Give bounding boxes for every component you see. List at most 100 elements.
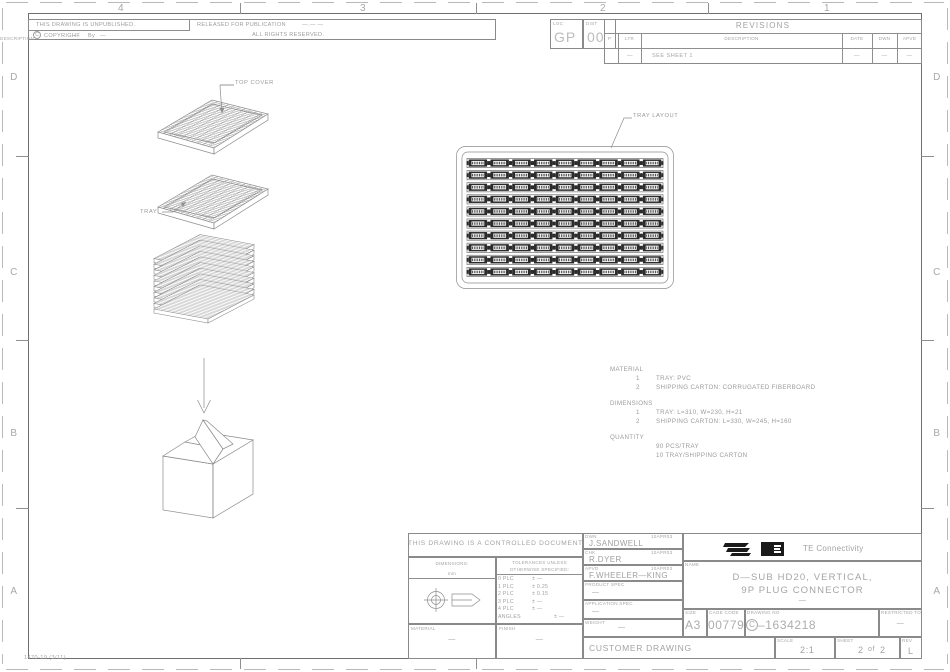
tick-mark-bottom [856,669,878,670]
zone-divider [16,340,29,341]
tick-mark-right [947,654,948,664]
zone-number-2: 2 [599,3,607,14]
tolerance-value: ± — [532,576,543,582]
tick-mark-bottom [720,669,742,670]
tick-mark-left [2,144,3,166]
tick-mark-bottom [414,669,436,670]
zone-divider [240,658,241,669]
tick-mark-bottom [618,669,640,670]
copyright-value: — [74,32,80,39]
notes-material-text-2: SHIPPING CARTON: CORRUGATED FIBERBOARD [656,384,816,391]
tick-mark-left [2,484,3,506]
cage-code-value: 00779 [708,618,745,632]
tolerance-row: 1 PLC ± 0.25 [498,584,583,592]
tick-mark-left [2,654,3,664]
zone-number-4: 4 [117,3,125,14]
tick-mark-bottom [448,669,470,670]
dwn-date: 10APR03 [651,534,673,539]
tick-mark-top [380,2,402,3]
notes-dimensions-num-1: 1 [636,409,640,416]
tick-mark-bottom [550,669,572,670]
tick-mark-right [947,450,948,472]
weight-value: — [618,624,626,631]
size-value: A3 [685,618,701,632]
tray-layout-leader [610,117,632,149]
tick-mark-right [947,178,948,200]
tick-mark-right [947,586,948,608]
tick-mark-top [176,2,198,3]
te-logo-icon [723,542,784,556]
form-code: 1470-19 (3/11) [24,655,66,661]
tick-mark-bottom [142,669,164,670]
revisions-col-ltr: LTR [625,36,635,41]
tray-label: TRAY [140,209,158,215]
customer-drawing-text: CUSTOMER DRAWING [589,643,692,653]
restricted-to-label: RESTRICTED TO [881,610,922,615]
drawing-no-value: –1634218 [758,618,817,632]
tick-mark-bottom [380,669,402,670]
tick-mark-bottom [74,669,96,670]
notes-material-heading: MATERIAL [610,366,644,373]
revisions-row-date: — [853,53,861,59]
tick-mark-top [924,2,944,3]
name-line-1: D—SUB HD20, VERTICAL, [732,572,873,583]
scale-label: SCALE [777,638,794,643]
tick-mark-bottom [890,669,912,670]
tick-mark-bottom [346,669,368,670]
zone-letter-c-right: C [933,267,941,278]
drawing-no-prefix: C [749,620,755,629]
loc-value: GP [554,29,577,45]
tolerance-row: 2 PLC ± 0.15 [498,591,583,599]
tolerance-row: 3 PLC ± — [498,599,583,607]
tick-mark-top [312,2,334,3]
tick-mark-bottom [584,669,606,670]
tolerance-row: 4 PLC ± — [498,606,583,614]
tick-mark-left [2,518,3,540]
copyright-icon: C [33,31,41,39]
tick-mark-top [890,2,912,3]
zone-divider [476,658,477,669]
tick-mark-right [947,552,948,574]
sheet-label: SHEET [837,638,854,643]
tick-mark-top [278,2,300,3]
tolerances-label-line1: TOLERANCES UNLESS [512,560,567,565]
unpublished-block-divider [189,19,190,30]
tick-mark-right [947,42,948,64]
zone-divider [921,508,934,509]
name-line-2: 9P PLUG CONNECTOR [741,585,864,596]
tolerances-cell-divider [496,574,583,575]
tick-mark-bottom [482,669,504,670]
tick-mark-top [74,2,96,3]
tolerance-value: ± — [554,613,565,620]
tick-mark-right [947,348,948,370]
zone-divider [16,156,29,157]
product-spec-value: — [592,589,600,596]
tick-mark-top [40,2,62,3]
zone-letter-d-left: D [10,72,18,83]
tick-mark-top [856,2,878,3]
tray-stack-view [153,234,255,324]
zone-number-1: 1 [823,3,831,14]
chk-date: 10APR03 [651,550,673,555]
application-spec-label: APPLICATION SPEC [585,601,633,606]
dimensions-units: mm [447,571,457,576]
tick-mark-right [947,76,948,98]
tick-mark-left [2,178,3,200]
tick-mark-left [2,552,3,574]
sheet-value: 2 [858,645,864,655]
sheet-total: 2 [880,645,886,655]
application-spec-value: — [592,608,600,615]
tray-layout-view [456,146,674,289]
tick-mark-top [414,2,436,3]
tick-mark-right [947,212,948,234]
tick-mark-left [2,416,3,438]
shipping-carton-view [161,419,255,519]
notes-material-num-1: 1 [636,375,640,382]
notes-material-num-2: 2 [636,384,640,391]
dimensions-label: DIMENSIONS: [435,561,469,566]
company-name: TE Connectivity [803,544,864,553]
notes-dimensions-text-2: SHIPPING CARTON: L=330, W=245, H=160 [656,418,792,425]
tick-mark-right [947,8,948,30]
tolerance-list: 0 PLC ± —1 PLC ± 0.25 2 PLC ± 0.15 3 PLC ± —4 … [498,576,583,622]
tick-mark-left [2,348,3,370]
